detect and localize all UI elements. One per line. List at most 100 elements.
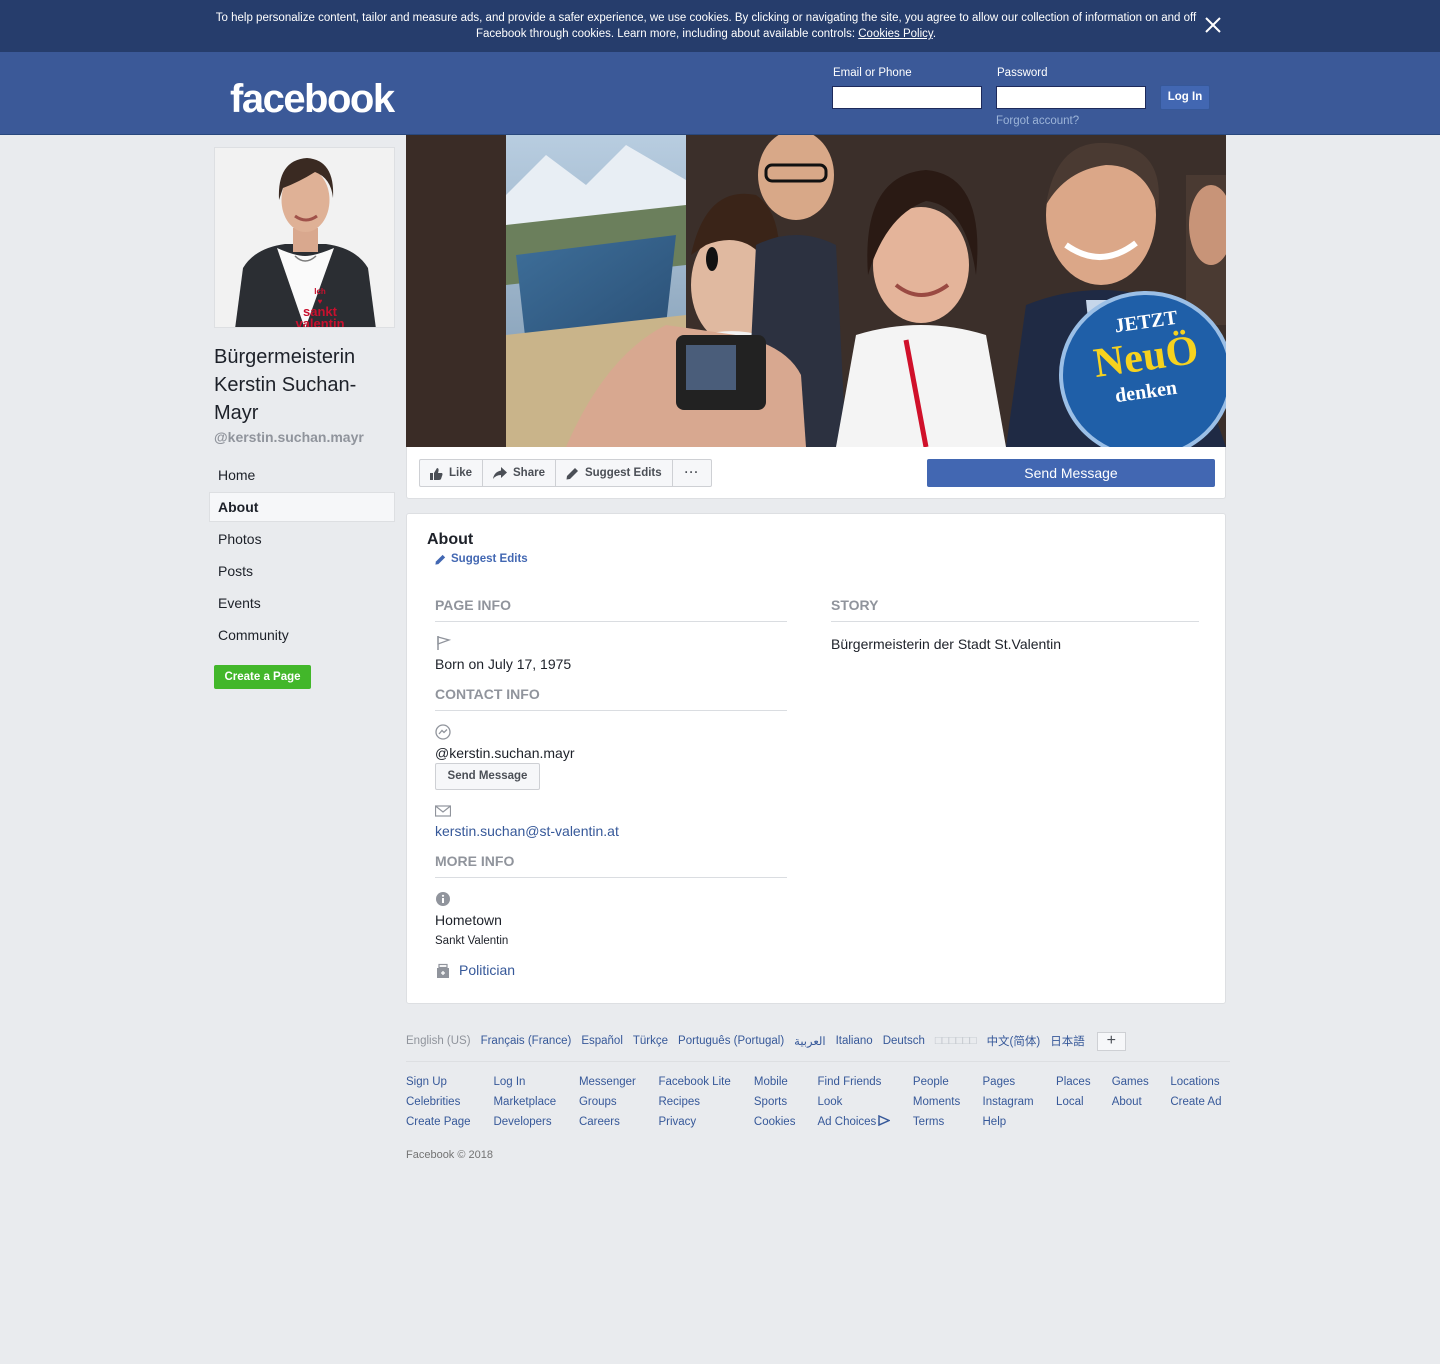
profile-avatar[interactable]: Ich ♥ sankt valentin bbox=[214, 147, 395, 328]
cookies-policy-link[interactable]: Cookies Policy bbox=[858, 28, 933, 40]
language-link[interactable]: Português (Portugal) bbox=[678, 1035, 784, 1047]
language-link[interactable]: Türkçe bbox=[633, 1035, 668, 1047]
share-label: Share bbox=[513, 467, 545, 479]
category-link[interactable]: Politician bbox=[459, 962, 515, 978]
nav-item-photos[interactable]: Photos bbox=[209, 524, 395, 554]
pencil-icon bbox=[566, 467, 578, 479]
footer-link[interactable]: Look bbox=[818, 1092, 913, 1112]
nav-item-about[interactable]: About bbox=[209, 492, 395, 522]
story-header: STORY bbox=[831, 597, 1199, 622]
send-message-button[interactable]: Send Message bbox=[927, 459, 1215, 487]
language-link[interactable]: Français (France) bbox=[481, 1035, 572, 1047]
language-current: English (US) bbox=[406, 1035, 471, 1047]
category-icon bbox=[437, 963, 449, 978]
password-field[interactable] bbox=[996, 86, 1146, 109]
like-button[interactable]: Like bbox=[420, 460, 484, 486]
footer-link[interactable]: Instagram bbox=[983, 1092, 1057, 1112]
top-header: facebook Email or Phone Password Log In … bbox=[0, 52, 1440, 135]
language-link[interactable]: Italiano bbox=[836, 1035, 873, 1047]
more-options-button[interactable]: ··· bbox=[673, 460, 712, 486]
copyright: Facebook © 2018 bbox=[406, 1149, 493, 1161]
footer-link[interactable]: Terms bbox=[913, 1112, 983, 1132]
suggest-edits-button[interactable]: Suggest Edits bbox=[556, 460, 673, 486]
footer-link[interactable]: Messenger bbox=[579, 1072, 659, 1092]
footer-link[interactable]: People bbox=[913, 1072, 983, 1092]
footer-column: Find Friends Look Ad Choices bbox=[818, 1072, 913, 1132]
footer-link[interactable]: Ad Choices bbox=[818, 1112, 913, 1132]
footer-link[interactable]: Sign Up bbox=[406, 1072, 493, 1092]
language-link[interactable]: 日本語 bbox=[1050, 1033, 1085, 1049]
nav-item-community[interactable]: Community bbox=[209, 620, 395, 650]
footer-link[interactable]: Sports bbox=[754, 1092, 818, 1112]
language-list: English (US) Français (France) Español T… bbox=[406, 1030, 1230, 1052]
footer-link[interactable]: Groups bbox=[579, 1092, 659, 1112]
cover-photo[interactable]: JETZT NeuÖ denken bbox=[406, 135, 1226, 447]
thumbs-up-icon bbox=[430, 467, 443, 480]
nav-item-home[interactable]: Home bbox=[209, 460, 395, 490]
footer-link[interactable]: Celebrities bbox=[406, 1092, 493, 1112]
more-languages-button[interactable]: + bbox=[1096, 1031, 1126, 1051]
nav-item-events[interactable]: Events bbox=[209, 588, 395, 618]
language-link[interactable]: □□□□□□ bbox=[935, 1035, 977, 1047]
footer-link[interactable]: Pages bbox=[983, 1072, 1057, 1092]
email-field[interactable] bbox=[832, 86, 982, 109]
footer-link[interactable]: Marketplace bbox=[493, 1092, 578, 1112]
footer-column: Games About bbox=[1112, 1072, 1171, 1132]
info-icon bbox=[436, 892, 450, 906]
footer-link[interactable]: Mobile bbox=[754, 1072, 818, 1092]
about-title: About bbox=[427, 531, 474, 548]
footer-link[interactable]: Places bbox=[1056, 1072, 1112, 1092]
footer-link[interactable]: Help bbox=[983, 1112, 1057, 1132]
footer-link[interactable]: Recipes bbox=[658, 1092, 753, 1112]
create-page-button[interactable]: Create a Page bbox=[214, 665, 311, 689]
footer-link[interactable]: About bbox=[1112, 1092, 1171, 1112]
messenger-icon bbox=[435, 724, 451, 740]
footer-link[interactable]: Find Friends bbox=[818, 1072, 913, 1092]
footer-link[interactable]: Create Page bbox=[406, 1112, 493, 1132]
login-button[interactable]: Log In bbox=[1160, 85, 1210, 110]
share-arrow-icon bbox=[493, 467, 508, 479]
about-card: About Suggest Edits PAGE INFO Born on Ju… bbox=[406, 513, 1226, 1004]
page-title: Bürgermeisterin Kerstin Suchan-Mayr bbox=[214, 346, 357, 424]
footer-link[interactable]: Games bbox=[1112, 1072, 1171, 1092]
footer-link[interactable]: Facebook Lite bbox=[658, 1072, 753, 1092]
footer-link[interactable]: Log In bbox=[493, 1072, 578, 1092]
page-handle[interactable]: @kerstin.suchan.mayr bbox=[214, 429, 364, 445]
footer-link[interactable]: Local bbox=[1056, 1092, 1112, 1112]
nav-item-posts[interactable]: Posts bbox=[209, 556, 395, 586]
footer-column: Sign Up Celebrities Create Page bbox=[406, 1072, 493, 1132]
birthday-text: Born on July 17, 1975 bbox=[435, 656, 572, 672]
messenger-handle: @kerstin.suchan.mayr bbox=[435, 745, 575, 761]
cookie-suffix: . bbox=[932, 28, 937, 40]
footer-link[interactable]: Locations bbox=[1170, 1072, 1230, 1092]
footer-link[interactable]: Careers bbox=[579, 1112, 659, 1132]
hometown-value: Sankt Valentin bbox=[435, 935, 509, 947]
shirt-text-line-3: valentin bbox=[295, 316, 345, 328]
email-link[interactable]: kerstin.suchan@st-valentin.at bbox=[435, 823, 619, 839]
cookie-message: To help personalize content, tailor and … bbox=[215, 12, 1197, 40]
language-link[interactable]: 中文(简体) bbox=[987, 1033, 1041, 1049]
envelope-icon bbox=[435, 805, 451, 817]
ad-choices-label: Ad Choices bbox=[817, 1116, 877, 1128]
ad-choices-icon bbox=[878, 1114, 892, 1127]
footer-link[interactable]: Create Ad bbox=[1170, 1092, 1230, 1112]
footer-link[interactable]: Developers bbox=[493, 1112, 578, 1132]
close-icon[interactable] bbox=[1202, 14, 1224, 36]
page-action-bar: Like Share Suggest Edits ··· Send Messag… bbox=[406, 447, 1226, 499]
language-link[interactable]: Español bbox=[581, 1035, 623, 1047]
language-link[interactable]: Deutsch bbox=[883, 1035, 925, 1047]
footer-link[interactable]: Cookies bbox=[754, 1112, 818, 1132]
footer-links: Sign Up Celebrities Create Page Log In M… bbox=[406, 1072, 1230, 1132]
about-suggest-edits-link[interactable]: Suggest Edits bbox=[435, 553, 528, 565]
story-text: Bürgermeisterin der Stadt St.Valentin bbox=[831, 636, 1062, 652]
facebook-logo[interactable]: facebook bbox=[230, 76, 395, 122]
share-button[interactable]: Share bbox=[483, 460, 556, 486]
contact-info-header: CONTACT INFO bbox=[435, 686, 787, 711]
footer-link[interactable]: Moments bbox=[913, 1092, 983, 1112]
contact-send-message-button[interactable]: Send Message bbox=[435, 763, 540, 790]
action-button-group: Like Share Suggest Edits ··· bbox=[419, 459, 713, 487]
footer-link[interactable]: Privacy bbox=[658, 1112, 753, 1132]
language-link[interactable]: العربية bbox=[794, 1034, 825, 1048]
email-label: Email or Phone bbox=[833, 67, 912, 79]
forgot-account-link[interactable]: Forgot account? bbox=[996, 115, 1079, 127]
